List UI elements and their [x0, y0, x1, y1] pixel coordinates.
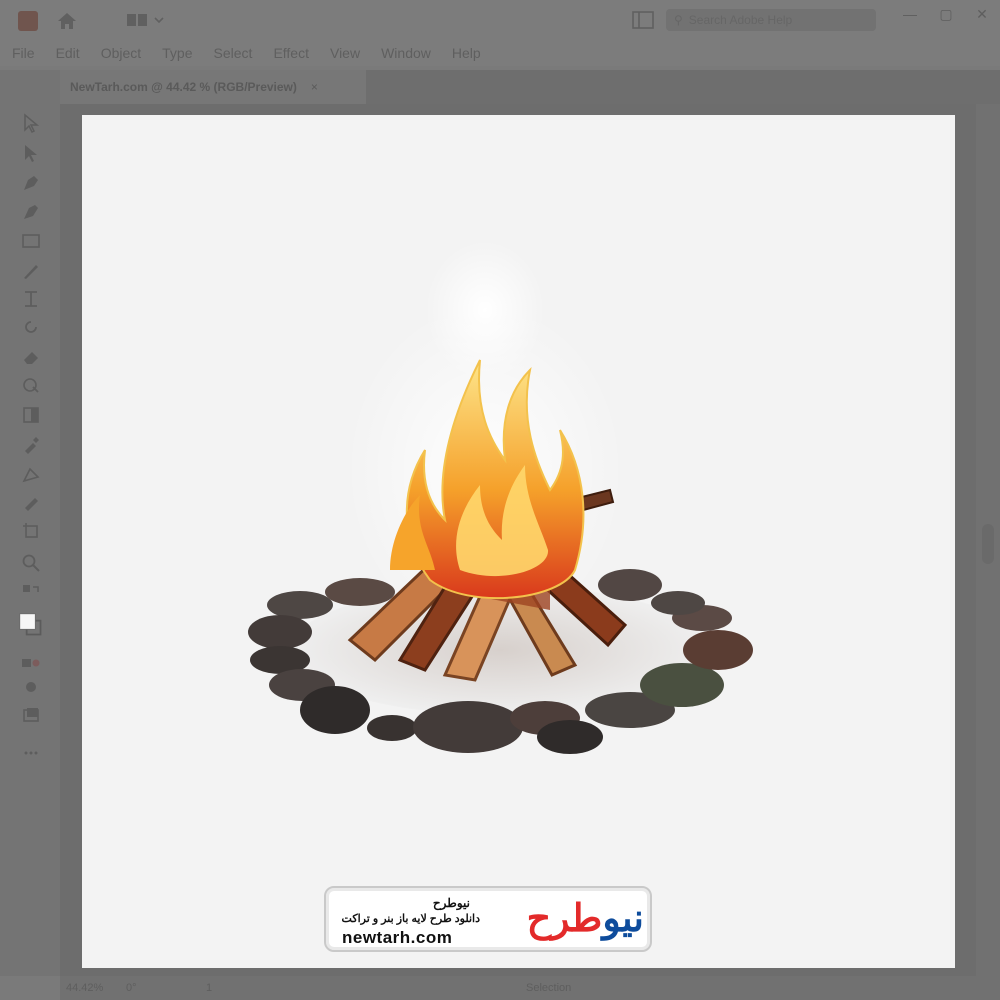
- status-bar: 44.42% 0° 1 Selection: [60, 976, 1000, 1000]
- illustrator-logo-icon: [18, 11, 38, 31]
- tools-panel: [0, 70, 60, 976]
- arrange-documents-icon[interactable]: [632, 11, 654, 34]
- menu-edit[interactable]: Edit: [56, 45, 80, 61]
- home-icon[interactable]: [56, 10, 78, 37]
- workspace-grid-icon: [127, 14, 147, 26]
- swap-fill-stroke-icon[interactable]: [18, 582, 44, 604]
- artboard-tool-icon[interactable]: [18, 520, 44, 542]
- menu-effect[interactable]: Effect: [273, 45, 309, 61]
- menu-window[interactable]: Window: [381, 45, 431, 61]
- logo-mark-part1: نیو: [602, 898, 644, 940]
- eraser-tool-icon[interactable]: [18, 346, 44, 368]
- watermark-logo: نیوطرح دانلود طرح لایه باز بنر و تراکت n…: [324, 886, 652, 952]
- search-placeholder: Search Adobe Help: [688, 13, 793, 27]
- rectangle-tool-icon[interactable]: [18, 230, 44, 252]
- minimize-button[interactable]: —: [892, 0, 928, 28]
- watermark-brand-name: نیوطرح: [432, 896, 470, 910]
- status-tool-mode: Selection: [526, 982, 572, 994]
- shape-builder-tool-icon[interactable]: [18, 374, 44, 396]
- eyedropper-tool-icon[interactable]: [18, 434, 44, 456]
- menu-help[interactable]: Help: [452, 45, 481, 61]
- campfire-illustration[interactable]: [230, 240, 770, 770]
- selection-tool-icon[interactable]: [18, 112, 44, 134]
- direct-selection-tool-icon[interactable]: [18, 142, 44, 164]
- gradient-tool-icon[interactable]: [18, 404, 44, 426]
- symbol-sprayer-tool-icon[interactable]: [18, 492, 44, 514]
- vertical-scrollbar[interactable]: [976, 104, 1000, 976]
- maximize-button[interactable]: ▢: [928, 0, 964, 28]
- more-tools-icon[interactable]: [18, 742, 44, 764]
- scrollbar-thumb[interactable]: [982, 524, 994, 564]
- menu-view[interactable]: View: [330, 45, 360, 61]
- watermark-logo-mark: نیوطرح: [527, 890, 644, 948]
- logo-mark-part2: طرح: [526, 898, 603, 940]
- color-mode-icon[interactable]: [18, 652, 44, 674]
- watermark-tagline: دانلود طرح لایه باز بنر و تراکت: [341, 913, 480, 925]
- pen-tool-icon[interactable]: [18, 172, 44, 194]
- search-icon: ⚲: [674, 13, 683, 27]
- menu-select[interactable]: Select: [214, 45, 253, 61]
- menu-type[interactable]: Type: [162, 45, 192, 61]
- menu-bar: File Edit Object Type Select Effect View…: [0, 40, 1000, 66]
- close-button[interactable]: ✕: [964, 0, 1000, 28]
- title-bar: ⚲ Search Adobe Help — ▢ ✕: [0, 0, 1000, 40]
- tab-close-icon[interactable]: ×: [311, 80, 318, 94]
- workspace-switcher[interactable]: [126, 12, 164, 28]
- status-rotation-angle[interactable]: 0°: [126, 982, 206, 994]
- curvature-tool-icon[interactable]: [18, 201, 44, 223]
- fill-stroke-swatch[interactable]: [18, 610, 44, 640]
- watermark-url: newtarh.com: [342, 928, 453, 947]
- draw-mode-icon[interactable]: [18, 676, 44, 698]
- menu-object[interactable]: Object: [101, 45, 141, 61]
- menu-file[interactable]: File: [12, 45, 35, 61]
- document-tab-title: NewTarh.com @ 44.42 % (RGB/Preview): [70, 80, 297, 94]
- status-artboard-number[interactable]: 1: [206, 982, 526, 994]
- search-box[interactable]: ⚲ Search Adobe Help: [666, 9, 876, 31]
- paintbrush-tool-icon[interactable]: [18, 260, 44, 282]
- blend-tool-icon[interactable]: [18, 464, 44, 486]
- screen-mode-icon[interactable]: [18, 704, 44, 726]
- rotate-tool-icon[interactable]: [18, 316, 44, 338]
- chevron-down-icon: [154, 17, 164, 24]
- document-tab[interactable]: NewTarh.com @ 44.42 % (RGB/Preview) ×: [60, 70, 366, 104]
- window-controls: — ▢ ✕: [892, 0, 1000, 30]
- width-tool-icon[interactable]: [18, 288, 44, 310]
- zoom-tool-icon[interactable]: [18, 552, 44, 574]
- status-zoom[interactable]: 44.42%: [66, 982, 126, 994]
- document-tab-bar: NewTarh.com @ 44.42 % (RGB/Preview) ×: [60, 70, 1000, 104]
